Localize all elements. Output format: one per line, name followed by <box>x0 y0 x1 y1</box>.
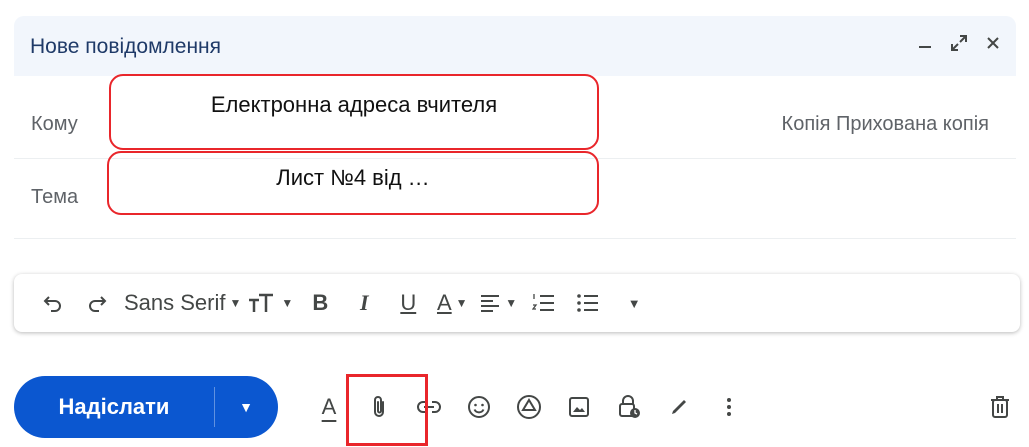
chevron-down-icon: ▼ <box>229 296 242 310</box>
cc-bcc-link[interactable]: Копія Прихована копія <box>782 113 989 136</box>
divider <box>14 238 1016 239</box>
compose-title: Нове повідомлення <box>30 35 222 58</box>
more-options-icon[interactable] <box>704 384 754 430</box>
bulleted-list-icon[interactable] <box>571 283 605 323</box>
emoji-icon[interactable] <box>454 384 504 430</box>
to-value: Електронна адреса вчителя <box>210 92 498 117</box>
confidential-mode-icon[interactable] <box>604 384 654 430</box>
compose-header: Нове повідомлення <box>14 16 1016 76</box>
subject-value: Лист №4 від … <box>276 165 430 190</box>
more-formatting-icon[interactable]: ▼ <box>615 283 649 323</box>
chevron-down-icon: ▼ <box>505 296 518 310</box>
align-button[interactable]: ▼ <box>479 283 517 323</box>
text-color-button[interactable]: A ▼ <box>435 283 469 323</box>
insert-photo-icon[interactable] <box>554 384 604 430</box>
numbered-list-icon[interactable] <box>527 283 561 323</box>
chevron-down-icon: ▼ <box>281 296 294 310</box>
close-icon[interactable] <box>982 30 1004 56</box>
redo-icon[interactable] <box>80 283 114 323</box>
format-label: A <box>321 394 337 419</box>
subject-input[interactable]: Лист №4 від … <box>107 151 599 215</box>
font-name: Sans Serif <box>124 290 226 315</box>
subject-label: Тема <box>31 186 79 208</box>
to-input[interactable]: Електронна адреса вчителя <box>109 74 599 150</box>
send-label: Надіслати <box>58 394 170 419</box>
formatting-toolbar: Sans Serif ▼ ▼ B I U A ▼ ▼ ▼ <box>14 274 1020 332</box>
window-controls <box>914 30 1004 56</box>
chevron-down-icon: ▼ <box>455 296 468 310</box>
send-options-icon[interactable]: ▼ <box>215 399 277 415</box>
action-bar: Надіслати ▼ A <box>14 374 1020 446</box>
signature-icon[interactable] <box>654 384 704 430</box>
text-color-label: A <box>436 290 452 315</box>
attach-highlight-box <box>346 374 428 446</box>
expand-icon[interactable] <box>948 30 970 56</box>
to-label: Кому <box>31 113 78 135</box>
font-select[interactable]: Sans Serif ▼ <box>124 283 241 323</box>
send-button[interactable]: Надіслати ▼ <box>14 376 278 438</box>
drive-icon[interactable] <box>504 384 554 430</box>
underline-button[interactable]: U <box>391 283 425 323</box>
delete-draft-icon[interactable] <box>980 386 1020 428</box>
undo-icon[interactable] <box>36 283 70 323</box>
bold-button[interactable]: B <box>303 283 337 323</box>
minimize-icon[interactable] <box>914 30 936 56</box>
italic-button[interactable]: I <box>347 283 381 323</box>
font-size-button[interactable]: ▼ <box>247 283 293 323</box>
chevron-down-icon: ▼ <box>627 295 641 311</box>
